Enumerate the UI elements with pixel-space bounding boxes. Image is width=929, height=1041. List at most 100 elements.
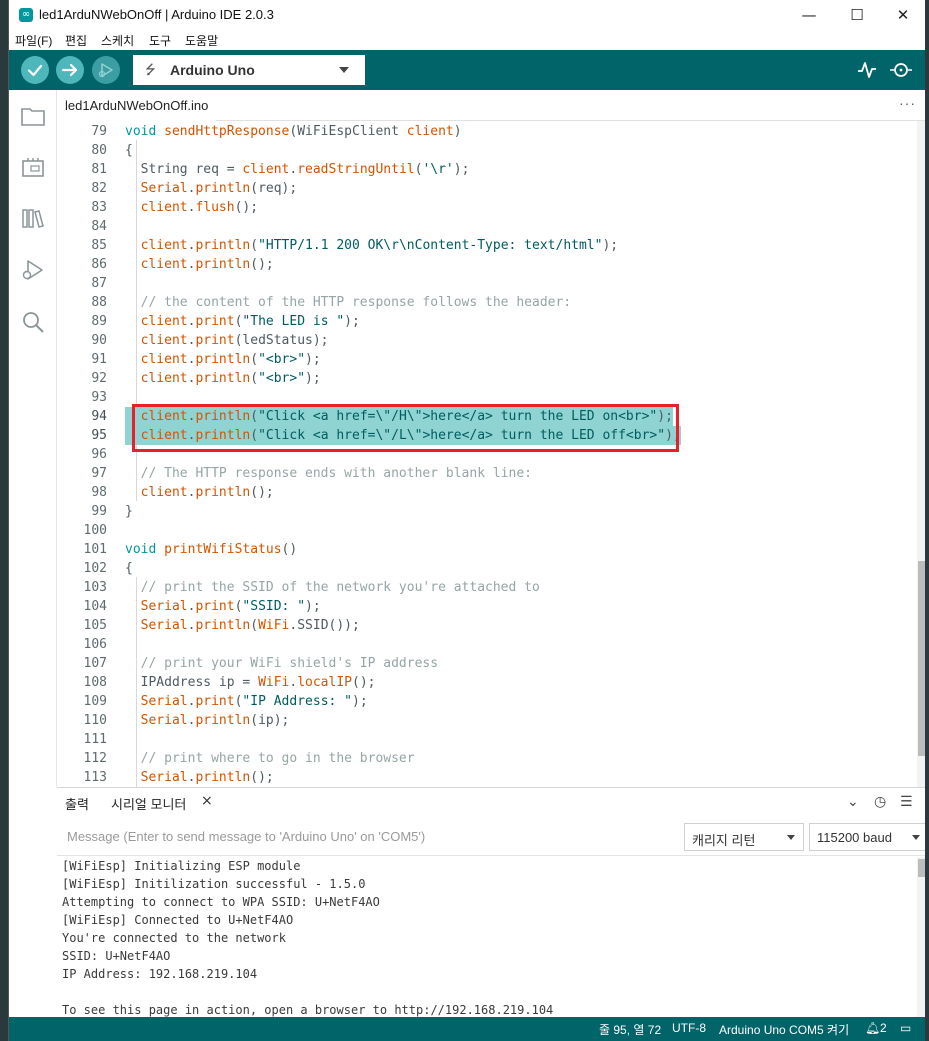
close-window-button[interactable]: ✕	[880, 0, 925, 30]
line-number: 105	[83, 618, 107, 633]
serial-output-line: SSID: U+NetF4AO	[62, 949, 171, 963]
code-line: 106	[57, 635, 917, 654]
panel-tabs: 출력 시리얼 모니터 × ⌄ ◷ ☰	[57, 788, 925, 818]
clear-output-icon[interactable]: ☰	[900, 794, 913, 810]
line-number: 87	[91, 276, 107, 291]
line-number: 82	[91, 181, 107, 196]
menu-tools[interactable]: 도구	[149, 32, 171, 49]
toggle-panel-icon[interactable]: ▭	[900, 1021, 911, 1035]
code-line: 90 client.print(ledStatus);	[57, 331, 917, 350]
debug-icon[interactable]	[19, 256, 47, 284]
line-ending-select[interactable]: 캐리지 리턴	[684, 823, 804, 851]
code-line: 104 Serial.print("SSID: ");	[57, 597, 917, 616]
code-text: // print your WiFi shield's IP address	[140, 656, 439, 671]
chevron-down-icon	[787, 835, 795, 840]
board-selector[interactable]: ⭍ Arduino Uno	[133, 55, 365, 85]
line-number: 113	[83, 770, 107, 785]
code-text: Serial.print("SSID: ");	[140, 599, 321, 614]
baud-rate-select[interactable]: 115200 baud	[809, 823, 925, 851]
code-line: 97 // The HTTP response ends with anothe…	[57, 464, 917, 483]
usb-icon: ⭍	[145, 63, 156, 78]
serial-scrollbar[interactable]	[917, 857, 925, 1017]
timestamp-icon[interactable]: ◷	[874, 794, 886, 810]
maximize-button[interactable]: ☐	[834, 0, 880, 30]
code-text: Serial.print("IP Address: ");	[140, 694, 368, 709]
menu-help[interactable]: 도움말	[185, 32, 218, 49]
close-icon[interactable]: ×	[201, 793, 213, 809]
code-text: client.flush();	[140, 200, 259, 215]
debug-play-icon	[98, 63, 113, 78]
line-number: 91	[91, 352, 107, 367]
line-number: 80	[91, 143, 107, 158]
tab-output[interactable]: 출력	[65, 794, 89, 813]
code-text: Serial.println(req);	[140, 181, 298, 196]
scrollbar-thumb[interactable]	[918, 859, 925, 877]
library-manager-icon[interactable]	[19, 204, 47, 232]
serial-output-line: Attempting to connect to WPA SSID: U+Net…	[62, 895, 380, 909]
sketchbook-folder-icon[interactable]	[19, 102, 47, 130]
serial-output-line: [WiFiEsp] Initializing ESP module	[62, 859, 301, 873]
serial-output: [WiFiEsp] Initializing ESP module [WiFiEs…	[57, 857, 917, 1017]
code-text: void printWifiStatus()	[125, 542, 298, 557]
toolbar: ⭍ Arduino Uno	[9, 50, 925, 90]
notification-bell-icon[interactable]: 🔔︎	[865, 1021, 880, 1035]
line-number: 84	[91, 219, 107, 234]
board-port-status[interactable]: Arduino Uno COM5 켜기	[719, 1021, 849, 1038]
message-row: 캐리지 리턴 115200 baud	[57, 818, 925, 856]
code-line: 88 // the content of the HTTP response f…	[57, 293, 917, 312]
code-text: client.print("The LED is ");	[140, 314, 360, 329]
arrow-right-icon	[61, 63, 78, 77]
tab-serial-monitor[interactable]: 시리얼 모니터	[111, 794, 186, 813]
menu-edit[interactable]: 편집	[65, 32, 87, 49]
search-icon[interactable]	[19, 308, 47, 336]
notification-count: 2	[880, 1021, 887, 1035]
minimize-button[interactable]: —	[786, 0, 832, 30]
serial-plotter-icon[interactable]	[856, 59, 878, 81]
more-options-icon[interactable]: ···	[899, 95, 916, 111]
code-line: 113 Serial.println();	[57, 768, 917, 787]
line-number: 109	[83, 694, 107, 709]
code-text: Serial.println(WiFi.SSID());	[140, 618, 360, 633]
code-text: // print the SSID of the network you're …	[140, 580, 540, 595]
line-number: 106	[83, 637, 107, 652]
code-text: client.println("<br>");	[140, 352, 321, 367]
collapse-icon[interactable]: ⌄	[847, 794, 859, 810]
code-editor[interactable]: 79 void sendHttpResponse(WiFiEspClient cl…	[57, 121, 925, 787]
code-line: 102 {	[57, 559, 917, 578]
code-line: 98 client.println();	[57, 483, 917, 502]
line-number: 95	[91, 428, 107, 443]
serial-monitor-icon[interactable]	[889, 59, 913, 81]
line-number: 86	[91, 257, 107, 272]
window-title: led1ArduNWebOnOff | Arduino IDE 2.0.3	[39, 7, 274, 22]
checkmark-icon	[27, 64, 43, 77]
editor-scrollbar[interactable]	[917, 121, 925, 787]
code-line: 82 Serial.println(req);	[57, 179, 917, 198]
line-number: 99	[91, 504, 107, 519]
boards-manager-icon[interactable]	[19, 154, 47, 182]
sidebar	[9, 90, 57, 787]
code-line: 83 client.flush();	[57, 198, 917, 217]
upload-button[interactable]	[56, 56, 84, 84]
serial-output-line: To see this page in action, open a brows…	[62, 1003, 554, 1017]
code-line: 110 Serial.println(ip);	[57, 711, 917, 730]
code-line: 92 client.println("<br>");	[57, 369, 917, 388]
menu-file[interactable]: 파일(F)	[15, 32, 52, 49]
code-text: }	[125, 504, 133, 519]
line-number: 92	[91, 371, 107, 386]
tab-sketch-file[interactable]: led1ArduNWebOnOff.ino	[57, 90, 217, 121]
code-line: 111	[57, 730, 917, 749]
code-text: {	[125, 561, 133, 576]
chevron-down-icon	[339, 67, 349, 73]
scrollbar-thumb[interactable]	[918, 561, 925, 756]
code-line: 85 client.println("HTTP/1.1 200 OK\r\nCo…	[57, 236, 917, 255]
code-line: 107 // print your WiFi shield's IP addre…	[57, 654, 917, 673]
cursor-position[interactable]: 줄 95, 열 72	[599, 1021, 661, 1038]
code-text: void sendHttpResponse(WiFiEspClient clie…	[125, 124, 462, 139]
verify-button[interactable]	[21, 56, 49, 84]
baud-rate-value: 115200 baud	[817, 830, 892, 845]
menu-bar: 파일(F) 편집 스케치 도구 도움말	[9, 30, 925, 50]
serial-message-input[interactable]	[57, 818, 677, 854]
debug-button[interactable]	[92, 56, 120, 84]
menu-sketch[interactable]: 스케치	[101, 32, 134, 49]
code-text: {	[125, 143, 133, 158]
